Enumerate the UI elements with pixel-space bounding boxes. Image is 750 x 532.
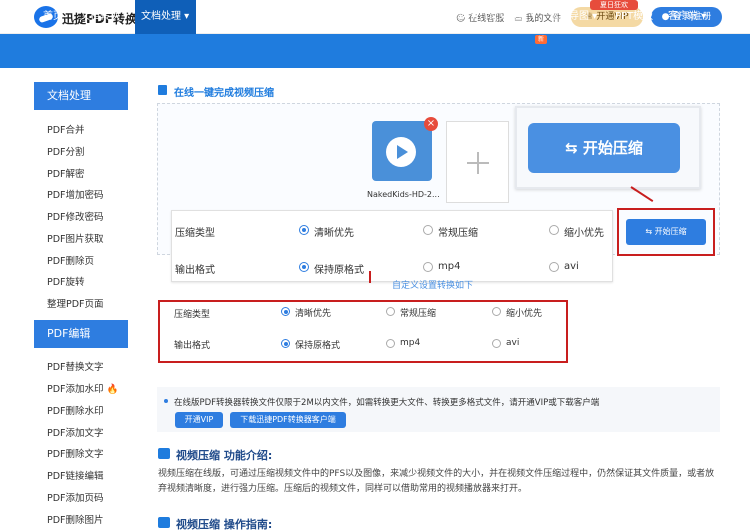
sidebar-section-pdf-edit[interactable]: PDF编辑 xyxy=(34,320,128,348)
nav-mindmap[interactable]: 思维导图 ▾ xyxy=(549,0,597,34)
nav-doc-process-label: 文档处理 xyxy=(141,11,181,22)
nav-translate[interactable]: 文档文本翻译 ▾ xyxy=(202,0,270,34)
output-format-label: 输出格式 xyxy=(174,341,211,351)
sidebar-item[interactable]: PDF链接编辑 xyxy=(47,468,104,482)
option-label: avi xyxy=(506,338,520,348)
sidebar-item[interactable]: PDF添加页码 xyxy=(47,490,104,504)
download-client-button[interactable]: 下载迅捷PDF转换器客户端 xyxy=(230,412,346,428)
option-label: 清晰优先 xyxy=(314,228,354,239)
radio-small-priority[interactable] xyxy=(549,225,559,235)
sidebar-item[interactable]: PDF删除图片 xyxy=(47,512,104,526)
book-icon xyxy=(158,448,170,459)
start-compress-label: 开始压缩 xyxy=(654,227,687,236)
radio-normal-compress[interactable] xyxy=(386,307,395,316)
nav-home[interactable]: 首页 xyxy=(43,0,63,34)
sidebar-item[interactable]: PDF图片获取 xyxy=(47,231,104,245)
page-title: 在线一键完成视频压缩 xyxy=(174,88,274,99)
sidebar-item[interactable]: PDF添加水印 🔥 xyxy=(47,381,118,395)
sidebar-item[interactable]: PDF替换文字 xyxy=(47,359,104,373)
radio-clear-priority[interactable] xyxy=(281,307,290,316)
radio-clear-priority[interactable] xyxy=(299,225,309,235)
nav-speech[interactable]: 语音识别 ▾ xyxy=(281,0,329,34)
sidebar-section-doc-process[interactable]: 文档处理 xyxy=(34,82,128,110)
video-file-card[interactable] xyxy=(372,121,432,181)
nav-doc-convert-label: 文档转换 xyxy=(80,11,120,22)
nav-doc-process[interactable]: 文档处理 ▾ xyxy=(135,0,196,34)
option-label: 保持原格式 xyxy=(314,265,364,276)
start-compress-big-label: 开始压缩 xyxy=(582,139,643,157)
nav-ocr[interactable]: 图片文字识别 ▾ xyxy=(340,0,408,34)
guide-icon xyxy=(158,517,170,528)
nav-translate-label: 文档文本翻译 xyxy=(202,11,262,22)
sidebar-item[interactable]: PDF删除文字 xyxy=(47,446,104,460)
sidebar-item[interactable]: PDF修改密码 xyxy=(47,209,104,223)
radio-small-priority[interactable] xyxy=(492,307,501,316)
radio-avi[interactable] xyxy=(492,339,501,348)
radio-normal-compress[interactable] xyxy=(423,225,433,235)
option-label: 保持原格式 xyxy=(295,341,341,351)
custom-settings-link[interactable]: 自定义设置转换如下 xyxy=(392,278,473,291)
add-file-button[interactable] xyxy=(446,121,509,203)
fire-icon: 🔥 xyxy=(106,384,119,395)
start-compress-big-button[interactable]: ⇆ 开始压缩 xyxy=(528,123,680,173)
guide-title: 视频压缩 操作指南: xyxy=(176,518,273,531)
open-vip-button[interactable]: 开通VIP xyxy=(175,412,223,428)
option-label: avi xyxy=(564,261,579,272)
radio-keep-format[interactable] xyxy=(299,262,309,272)
radio-avi[interactable] xyxy=(549,262,559,272)
start-compress-button[interactable]: ⇆ 开始压缩 xyxy=(626,219,706,245)
nav-ppt[interactable]: PPT模板 xyxy=(615,0,653,34)
option-label: mp4 xyxy=(400,338,421,348)
output-format-label: 输出格式 xyxy=(175,265,215,276)
bullet-icon xyxy=(164,399,168,403)
compress-type-label: 压缩类型 xyxy=(175,228,215,239)
file-name: NakedKids-HD-2... xyxy=(367,190,440,199)
sidebar-item[interactable]: PDF解密 xyxy=(47,166,85,180)
nav-av-convert[interactable]: 音视频转换 ▾ xyxy=(418,0,476,34)
option-label: 常规压缩 xyxy=(400,309,437,319)
compress-type-label: 压缩类型 xyxy=(174,310,211,320)
options-zoom-panel xyxy=(171,210,613,282)
option-label: mp4 xyxy=(438,261,461,272)
sidebar-item[interactable]: PDF分割 xyxy=(47,144,85,158)
sidebar-item[interactable]: PDF旋转 xyxy=(47,274,85,288)
sidebar-item[interactable]: PDF增加密码 xyxy=(47,187,104,201)
nav-av-convert-label: 音视频转换 xyxy=(418,11,468,22)
arrow-up xyxy=(369,271,371,283)
remove-file-button[interactable]: × xyxy=(424,117,438,131)
sidebar-item-label: PDF添加水印 xyxy=(47,384,104,395)
nav-ocr-label: 图片文字识别 xyxy=(340,11,400,22)
nav-plagiarism[interactable]: 论文查重 ▾ xyxy=(488,0,536,34)
new-badge: 新 xyxy=(535,35,547,44)
intro-title: 视频压缩 功能介绍: xyxy=(176,449,273,462)
video-file-icon xyxy=(386,137,416,167)
nav-mindmap-label: 思维导图 xyxy=(549,11,589,22)
document-icon xyxy=(158,85,167,95)
radio-keep-format[interactable] xyxy=(281,339,290,348)
nav-client[interactable]: 客户端 ▾ xyxy=(668,0,706,34)
sidebar-item[interactable]: PDF合并 xyxy=(47,122,85,136)
tip-text: 在线版PDF转换器转换文件仅限于2M以内文件，如需转换更大文件、转换更多格式文件… xyxy=(174,398,600,408)
sidebar-item[interactable]: 整理PDF页面 xyxy=(47,296,104,310)
sidebar-item[interactable]: PDF添加文字 xyxy=(47,425,104,439)
nav-client-label: 客户端 xyxy=(668,11,698,22)
nav-plagiarism-label: 论文查重 xyxy=(488,11,528,22)
radio-mp4[interactable] xyxy=(386,339,395,348)
option-label: 常规压缩 xyxy=(438,228,478,239)
option-label: 清晰优先 xyxy=(295,309,332,319)
radio-mp4[interactable] xyxy=(423,262,433,272)
intro-text: 视频压缩在线版，可通过压缩视频文件中的PFS以及图像，来减少视频文件的大小，并在… xyxy=(158,469,715,494)
sidebar-item[interactable]: PDF删除页 xyxy=(47,253,94,267)
nav-speech-label: 语音识别 xyxy=(281,11,321,22)
sidebar-item[interactable]: PDF删除水印 xyxy=(47,403,104,417)
sidebar: 文档处理 PDF合并 PDF分割 PDF解密 PDF增加密码 PDF修改密码 P… xyxy=(34,80,128,531)
option-label: 缩小优先 xyxy=(506,309,543,319)
main-nav xyxy=(0,34,750,68)
option-label: 缩小优先 xyxy=(564,228,604,239)
nav-doc-convert[interactable]: 文档转换 ▾ xyxy=(80,0,128,34)
